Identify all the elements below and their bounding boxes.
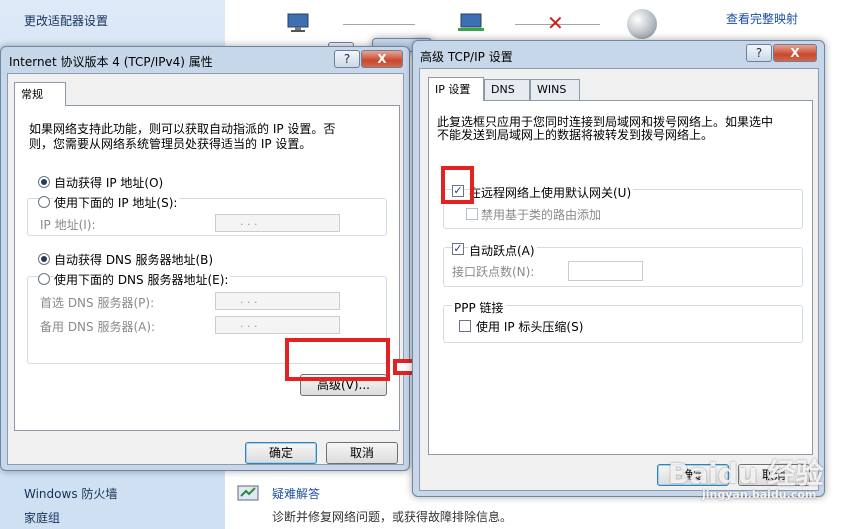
ipv4-client-area: 常规 如果网络支持此功能，则可以获取自动指派的 IP 设置。否 则，您需要从网络… [7, 73, 404, 465]
ip-header-compression-checkbox[interactable] [459, 320, 471, 332]
advanced-tcpip-window: 高级 TCP/IP 设置 ? X IP 设置 DNS WINS 此复选框只应用于… [412, 40, 825, 497]
ip-address-label: IP 地址(I): [40, 218, 96, 232]
auto-metric-label: 自动跃点(A) [469, 242, 537, 259]
tab-wins[interactable]: WINS [530, 79, 580, 101]
tab-general[interactable]: 常规 [14, 82, 66, 106]
interface-metric-input[interactable] [568, 261, 643, 281]
manual-ip-radio[interactable] [38, 196, 50, 208]
ip-settings-tab-panel: 此复选框只应用于您同时连接到局域网和拨号网络上。如果选中 不能发送到局域网上的数… [428, 100, 813, 455]
interface-metric-label: 接口跃点数(N): [452, 265, 535, 279]
preferred-dns-label: 首选 DNS 服务器(P): [40, 296, 155, 310]
ipv4-close-button[interactable]: X [361, 50, 403, 68]
tab-ip-settings[interactable]: IP 设置 [428, 77, 484, 101]
troubleshoot-description: 诊断并修复网络问题，或获得故障排除信息。 [272, 510, 513, 524]
ipv4-intro-line-2: 则，您需要从网络系统管理员处获得适当的 IP 设置。 [29, 137, 312, 151]
manual-dns-radio[interactable] [38, 273, 50, 285]
ip-header-compression-label: 使用 IP 标头压缩(S) [476, 320, 584, 334]
ppp-group-label: PPP 链接 [452, 299, 506, 316]
alternate-dns-field[interactable]: . . . [215, 316, 340, 334]
baidu-watermark-url: jingyan.baidu.com [702, 488, 817, 501]
manual-dns-label: 使用下面的 DNS 服务器地址(E): [54, 271, 231, 288]
internet-globe-icon [627, 9, 657, 39]
ipv4-cancel-button[interactable]: 取消 [326, 442, 398, 464]
auto-metric-checkbox[interactable]: ✓ [452, 243, 464, 255]
preferred-dns-field[interactable]: . . . [215, 292, 340, 310]
default-gateway-label: 在远程网络上使用默认网关(U) [469, 184, 634, 201]
close-icon: X [790, 46, 800, 60]
ip-address-field[interactable]: . . . [215, 214, 340, 232]
ipv4-properties-window: Internet 协议版本 4 (TCP/IPv4) 属性 ? X 常规 如果网… [0, 46, 410, 471]
view-full-map-link[interactable]: 查看完整映射 [726, 10, 798, 27]
advanced-close-button[interactable]: X [773, 44, 817, 62]
change-adapter-settings-link[interactable]: 更改适配器设置 [24, 12, 108, 29]
computer-icon [287, 13, 309, 32]
help-icon: ? [755, 46, 763, 60]
ipv4-window-title: Internet 协议版本 4 (TCP/IPv4) 属性 [9, 55, 213, 69]
network-line [343, 24, 415, 25]
network-icon [458, 13, 484, 31]
gateway-checkbox-highlight [441, 166, 474, 204]
advanced-button-highlight [285, 338, 390, 381]
manual-ip-label: 使用下面的 IP 地址(S): [54, 194, 180, 211]
advanced-help-button[interactable]: ? [746, 44, 772, 62]
auto-dns-radio[interactable] [38, 253, 50, 265]
class-routing-label: 禁用基于类的路由添加 [481, 208, 602, 222]
tab-dns[interactable]: DNS [484, 79, 530, 101]
class-routing-checkbox[interactable] [466, 208, 478, 220]
troubleshoot-icon [237, 485, 259, 501]
ipv4-help-button[interactable]: ? [334, 50, 360, 68]
baidu-watermark: Baidu 经验 [668, 457, 824, 490]
close-icon: X [377, 52, 387, 66]
ipv4-ok-button[interactable]: 确定 [245, 442, 317, 464]
auto-ip-radio[interactable] [38, 176, 50, 188]
homegroup-link[interactable]: 家庭组 [24, 509, 60, 526]
advanced-client-area: IP 设置 DNS WINS 此复选框只应用于您同时连接到局域网和拨号网络上。如… [419, 68, 819, 491]
general-tab-panel: 如果网络支持此功能，则可以获取自动指派的 IP 设置。否 则，您需要从网络系统管… [14, 105, 400, 431]
auto-ip-label: 自动获得 IP 地址(O) [54, 176, 164, 190]
windows-firewall-link[interactable]: Windows 防火墙 [24, 485, 117, 502]
help-icon: ? [343, 52, 351, 66]
alternate-dns-label: 备用 DNS 服务器(A): [40, 320, 156, 334]
disconnected-x-icon: ✕ [547, 11, 564, 35]
troubleshoot-link[interactable]: 疑难解答 [272, 485, 320, 502]
auto-dns-label: 自动获得 DNS 服务器地址(B) [54, 253, 214, 267]
advanced-window-title: 高级 TCP/IP 设置 [420, 50, 513, 64]
advanced-intro-line-2: 不能发送到局域网上的数据将被转发到拨号网络上。 [437, 128, 714, 142]
